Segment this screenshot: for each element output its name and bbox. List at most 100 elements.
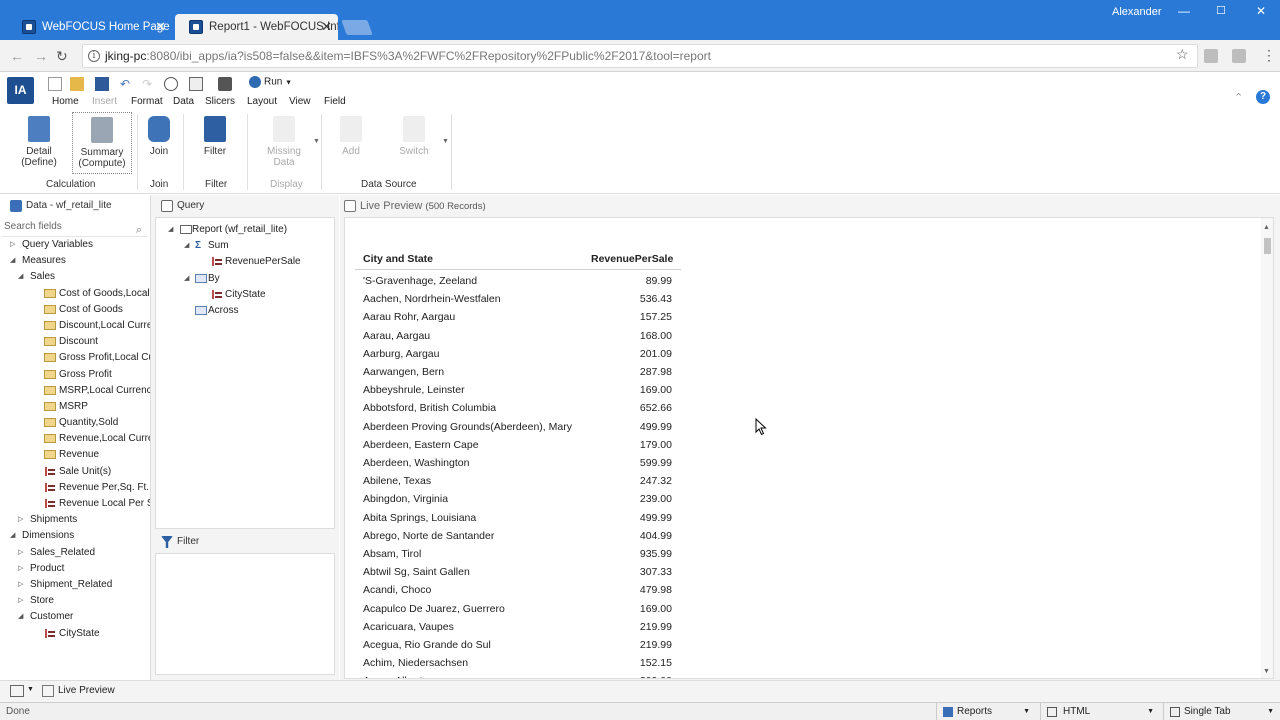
report-row[interactable]: Abtwil Sg, Saint Gallen 307.33 xyxy=(363,564,681,582)
field-tree-item[interactable]: Quantity,Sold xyxy=(0,415,150,431)
query-report-node[interactable]: ◢ Report (wf_retail_lite) xyxy=(156,222,334,238)
collapse-icon[interactable]: ◢ xyxy=(184,238,189,254)
live-preview-toggle[interactable]: Live Preview xyxy=(58,685,115,696)
minimize-icon[interactable]: — xyxy=(1178,4,1190,18)
detail-define-button[interactable]: Detail (Define) xyxy=(20,116,58,168)
help-icon[interactable]: ? xyxy=(1256,90,1270,104)
window-close-icon[interactable]: ✕ xyxy=(1256,4,1266,18)
field-tree-item[interactable]: ▷ Sales_Related xyxy=(0,545,150,561)
filter-button[interactable]: Filter xyxy=(202,116,228,157)
field-tree-item[interactable]: ▷ Shipment_Related xyxy=(0,577,150,593)
scroll-up-icon[interactable]: ▲ xyxy=(1263,224,1270,231)
report-row[interactable]: Abilene, Texas 247.32 xyxy=(363,473,681,491)
new-tab-button[interactable] xyxy=(341,20,373,35)
reports-selector[interactable]: Reports ▼ xyxy=(936,703,1036,720)
tab-slicers[interactable]: Slicers xyxy=(205,96,235,107)
field-tree-item[interactable]: Gross Profit,Local Currenc xyxy=(0,350,150,366)
collapse-icon[interactable]: ◢ xyxy=(18,269,23,285)
report-row[interactable]: Abrego, Norte de Santander 404.99 xyxy=(363,528,681,546)
new-icon[interactable] xyxy=(48,77,62,91)
tab-insert[interactable]: Insert xyxy=(92,96,117,107)
tab-webfocus-home[interactable]: WebFOCUS Home Page ✕ xyxy=(8,14,172,40)
query-sum-field[interactable]: RevenuePerSale xyxy=(156,254,334,270)
field-tree-item[interactable]: ▷ Product xyxy=(0,561,150,577)
report-row[interactable]: Acaricuara, Vaupes 219.99 xyxy=(363,619,681,637)
query-by-node[interactable]: ◢ By xyxy=(156,271,334,287)
report-row[interactable]: Aberdeen, Eastern Cape 179.00 xyxy=(363,437,681,455)
print-icon[interactable] xyxy=(189,77,203,91)
extension-icon[interactable] xyxy=(1232,49,1246,63)
undo-icon[interactable]: ↶ xyxy=(120,77,134,91)
filter-drop-area[interactable] xyxy=(155,553,335,675)
report-row[interactable]: Abbotsford, British Columbia 652.66 xyxy=(363,400,681,418)
report-row[interactable]: Aachen, Nordrhein-Westfalen 536.43 xyxy=(363,291,681,309)
collapse-ribbon-icon[interactable]: ⌃ xyxy=(1234,91,1243,104)
join-button[interactable]: Join xyxy=(146,116,172,157)
output-mode-selector[interactable]: Single Tab ▼ xyxy=(1163,703,1280,720)
back-icon[interactable]: ← xyxy=(10,48,24,64)
column-header-revenue-per-sale[interactable]: RevenuePerSale xyxy=(591,253,673,265)
field-tree-item[interactable]: Cost of Goods xyxy=(0,302,150,318)
vertical-scrollbar[interactable]: ▲ ▼ xyxy=(1261,218,1273,678)
forward-icon[interactable]: → xyxy=(34,48,48,64)
info-icon[interactable]: i xyxy=(88,50,100,62)
tab-home[interactable]: Home xyxy=(52,96,79,107)
close-icon[interactable]: ✕ xyxy=(321,14,332,40)
report-row[interactable]: 'S-Gravenhage, Zeeland 89.99 xyxy=(363,273,681,291)
report-row[interactable]: Acegua, Rio Grande do Sul 219.99 xyxy=(363,637,681,655)
expand-icon[interactable]: ▷ xyxy=(18,577,23,593)
redo-icon[interactable]: ↷ xyxy=(142,77,156,91)
field-tree-item[interactable]: Discount,Local Currency xyxy=(0,318,150,334)
reload-icon[interactable]: ↻ xyxy=(56,48,68,65)
tab-layout[interactable]: Layout xyxy=(247,96,277,107)
collapse-icon[interactable]: ◢ xyxy=(168,222,173,238)
extension-icon[interactable] xyxy=(1204,49,1218,63)
maximize-icon[interactable]: ☐ xyxy=(1216,4,1226,17)
field-tree-item[interactable]: ◢ Sales xyxy=(0,269,150,285)
tab-format[interactable]: Format xyxy=(131,96,163,107)
tab-data[interactable]: Data xyxy=(173,96,194,107)
field-tree-item[interactable]: MSRP,Local Currency xyxy=(0,383,150,399)
collapse-icon[interactable]: ◢ xyxy=(18,609,23,625)
query-by-field[interactable]: CityState xyxy=(156,287,334,303)
summary-compute-button[interactable]: Summary (Compute) xyxy=(72,112,132,174)
url-bar[interactable]: i jking-pc:8080/ibi_apps/ia?is508=false&… xyxy=(82,44,1198,68)
bookmark-star-icon[interactable]: ☆ xyxy=(1176,46,1189,63)
field-tree-item[interactable]: MSRP xyxy=(0,399,150,415)
layout-icon[interactable] xyxy=(10,685,24,697)
report-row[interactable]: Aarwangen, Bern 287.98 xyxy=(363,364,681,382)
report-row[interactable]: Aarau Rohr, Aargau 157.25 xyxy=(363,309,681,327)
field-tree-item[interactable]: Revenue Local Per SQ. M. xyxy=(0,496,150,512)
report-row[interactable]: Acme, Alberta 399.00 xyxy=(363,673,681,678)
profile-name[interactable]: Alexander xyxy=(1112,6,1162,18)
switch-button[interactable]: Switch xyxy=(398,116,430,157)
collapse-icon[interactable]: ◢ xyxy=(184,271,189,287)
save-icon[interactable] xyxy=(95,77,109,91)
field-tree-item[interactable]: ◢ Measures xyxy=(0,253,150,269)
menu-icon[interactable]: ⋮ xyxy=(1262,47,1276,64)
query-sum-node[interactable]: ◢ Σ Sum xyxy=(156,238,334,254)
scroll-thumb[interactable] xyxy=(1264,238,1271,254)
dropdown-arrow-icon[interactable]: ▼ xyxy=(313,138,320,145)
expand-icon[interactable]: ▷ xyxy=(18,512,23,528)
report-row[interactable]: Aarburg, Aargau 201.09 xyxy=(363,346,681,364)
app-logo[interactable]: IA xyxy=(7,77,34,104)
expand-icon[interactable]: ▷ xyxy=(18,593,23,609)
dropdown-arrow-icon[interactable]: ▼ xyxy=(27,686,34,693)
field-tree-item[interactable]: Revenue xyxy=(0,447,150,463)
field-tree-item[interactable]: Revenue Per,Sq. Ft. xyxy=(0,480,150,496)
search-fields-input[interactable]: Search fields ⌕ xyxy=(2,217,148,237)
field-tree-item[interactable]: ▷ Store xyxy=(0,593,150,609)
camera-icon[interactable] xyxy=(218,77,232,91)
field-tree-item[interactable]: ▷ Query Variables xyxy=(0,237,150,253)
report-row[interactable]: Abingdon, Virginia 239.00 xyxy=(363,491,681,509)
field-tree-item[interactable]: ▷ Shipments xyxy=(0,512,150,528)
field-tree-item[interactable]: ◢ Customer xyxy=(0,609,150,625)
report-row[interactable]: Absam, Tirol 935.99 xyxy=(363,546,681,564)
add-button[interactable]: Add xyxy=(338,116,364,157)
report-row[interactable]: Acandi, Choco 479.98 xyxy=(363,582,681,600)
collapse-icon[interactable]: ◢ xyxy=(10,528,15,544)
collapse-icon[interactable]: ◢ xyxy=(10,253,15,269)
query-across-node[interactable]: Across xyxy=(156,303,334,319)
report-row[interactable]: Aarau, Aargau 168.00 xyxy=(363,328,681,346)
